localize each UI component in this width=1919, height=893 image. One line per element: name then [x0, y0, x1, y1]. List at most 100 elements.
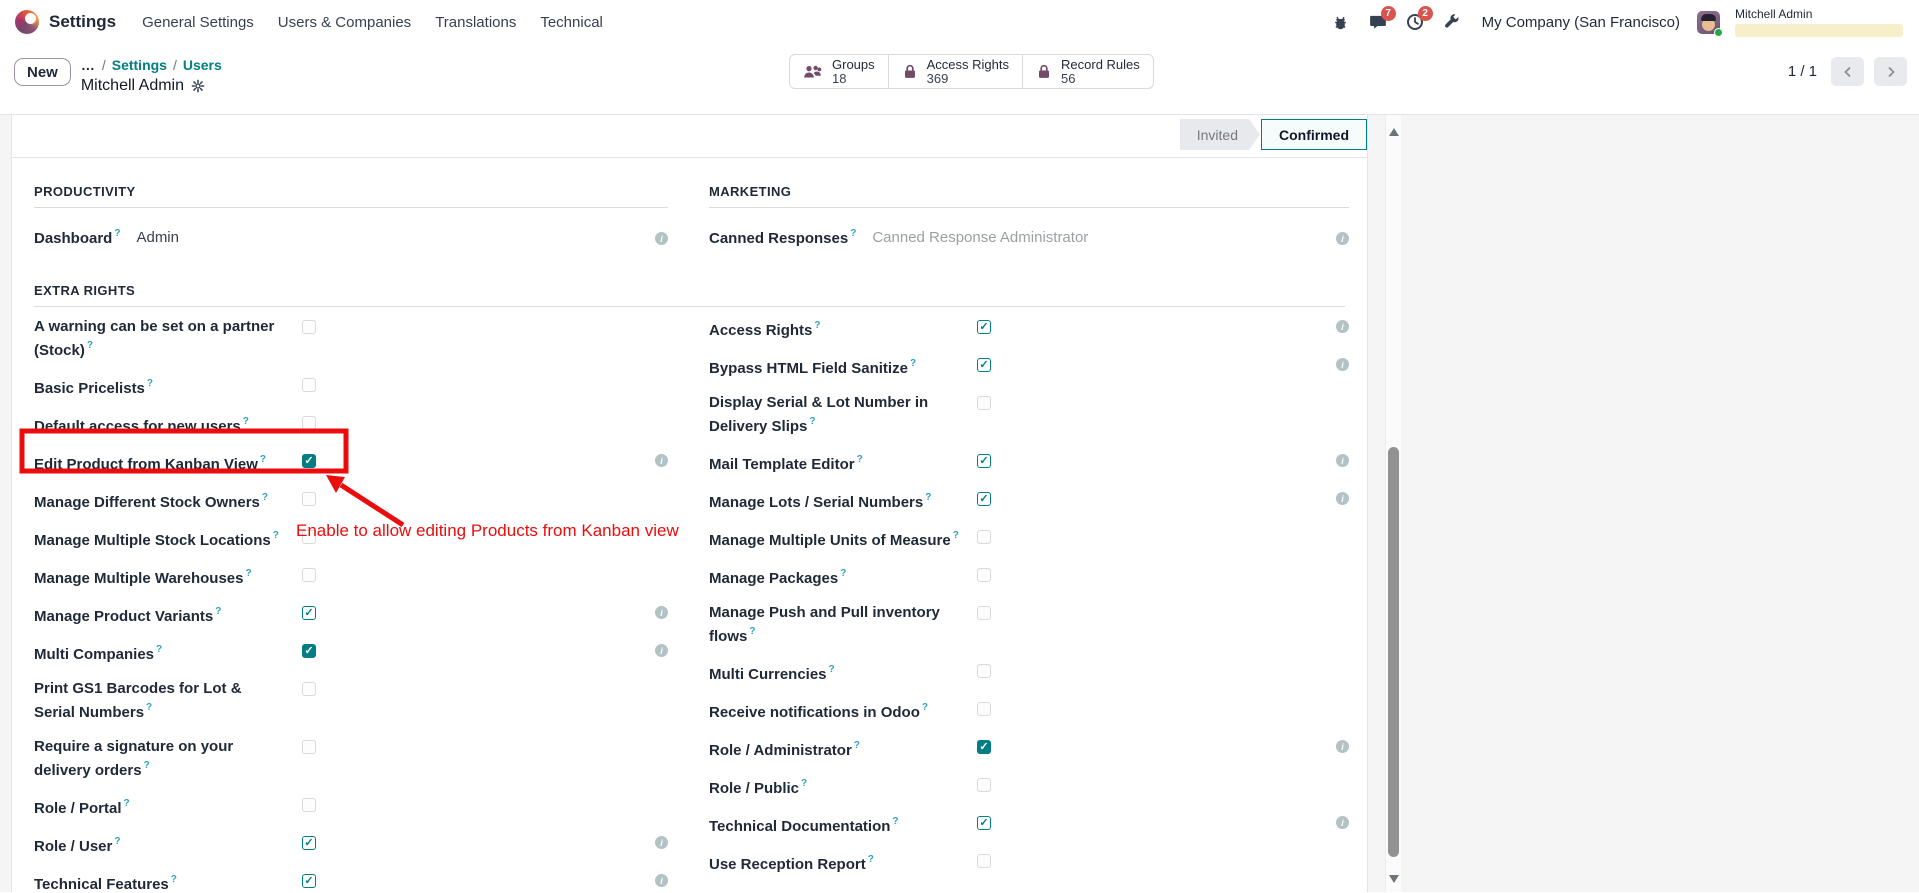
stat-button-groups[interactable]: Groups 18 — [790, 55, 889, 88]
help-question-mark: ? — [867, 854, 874, 865]
form-sheet: PRODUCTIVITY Dashboard? Admin i MARKETIN… — [12, 158, 1367, 893]
pager-next-button[interactable] — [1874, 57, 1907, 86]
checkbox-unchecked[interactable] — [302, 568, 316, 582]
checkbox-unchecked[interactable] — [977, 396, 991, 410]
checkbox-unchecked[interactable] — [977, 530, 991, 544]
checkbox-checked[interactable] — [977, 740, 991, 754]
pager-previous-button[interactable] — [1831, 57, 1864, 86]
vertical-scrollbar[interactable] — [1385, 115, 1401, 892]
new-button[interactable]: New — [14, 58, 71, 86]
breadcrumb: … / Settings / Users — [81, 56, 222, 74]
help-question-mark: ? — [828, 664, 835, 675]
field-value-dashboard[interactable]: Admin — [136, 229, 179, 246]
tools-wrench-icon[interactable] — [1437, 7, 1467, 37]
extra-rights-row: Print GS1 Barcodes for Lot & Serial Numb… — [34, 679, 668, 723]
info-icon: i — [655, 454, 668, 467]
checkbox-unchecked[interactable] — [302, 740, 316, 754]
checkbox-unchecked[interactable] — [977, 854, 991, 868]
breadcrumb-settings-link[interactable]: Settings — [112, 56, 167, 74]
checkbox-label: Technical Features — [34, 876, 169, 893]
breadcrumb-separator: / — [101, 57, 106, 73]
menu-translations[interactable]: Translations — [423, 8, 528, 37]
checkbox-checked[interactable] — [977, 816, 991, 830]
checkbox-unchecked[interactable] — [977, 664, 991, 678]
checkbox-unchecked[interactable] — [977, 606, 991, 620]
field-value-canned-responses[interactable]: Canned Response Administrator — [872, 229, 1088, 246]
checkbox-unchecked[interactable] — [977, 778, 991, 792]
checkbox-label: Multi Companies — [34, 646, 155, 663]
user-avatar[interactable] — [1697, 10, 1723, 37]
extra-rights-row: Basic Pricelists? i — [34, 375, 668, 399]
scrollbar-thumb[interactable] — [1388, 447, 1399, 857]
checkbox-label: Manage Multiple Units of Measure — [709, 532, 951, 549]
extra-rights-row: Technical Documentation? i — [709, 813, 1349, 837]
extra-rights-row: Multi Companies? i — [34, 641, 668, 665]
checkbox-checked[interactable] — [977, 492, 991, 506]
help-question-mark: ? — [272, 530, 279, 541]
checkbox-checked[interactable] — [302, 454, 316, 468]
help-question-mark: ? — [156, 644, 163, 655]
menu-users-companies[interactable]: Users & Companies — [266, 8, 423, 37]
user-menu[interactable]: Mitchell Admin — [1735, 7, 1903, 37]
checkbox-unchecked[interactable] — [302, 492, 316, 506]
stat-button-group: Groups 18 Access Rights 369 Record Rules… — [789, 54, 1154, 89]
stat-button-access-rights[interactable]: Access Rights 369 — [889, 55, 1024, 88]
pager-value: 1 / 1 — [1787, 63, 1817, 80]
checkbox-unchecked[interactable] — [977, 702, 991, 716]
stat-value: 18 — [832, 70, 847, 86]
company-switcher[interactable]: My Company (San Francisco) — [1482, 14, 1680, 31]
checkbox-unchecked[interactable] — [302, 378, 316, 392]
extra-rights-row: Bypass HTML Field Sanitize? i — [709, 355, 1349, 379]
info-icon: i — [655, 232, 668, 245]
extra-rights-row: Edit Product from Kanban View? i — [34, 451, 668, 475]
checkbox-checked[interactable] — [302, 836, 316, 850]
extra-rights-row: Manage Different Stock Owners? i — [34, 489, 668, 513]
lock-icon — [904, 64, 915, 78]
extra-rights-row: Require a signature on your delivery ord… — [34, 737, 668, 781]
extra-rights-row: Manage Multiple Stock Locations? i — [34, 527, 668, 551]
checkbox-label: Manage Product Variants — [34, 608, 214, 625]
checkbox-unchecked[interactable] — [977, 568, 991, 582]
breadcrumb-ellipsis[interactable]: … — [81, 56, 96, 74]
checkbox-checked[interactable] — [302, 644, 316, 658]
help-question-mark: ? — [921, 702, 928, 713]
scroll-down-arrow-icon[interactable] — [1389, 875, 1399, 883]
help-question-mark: ? — [114, 836, 121, 847]
checkbox-unchecked[interactable] — [302, 798, 316, 812]
breadcrumb-users-link[interactable]: Users — [183, 56, 222, 74]
extra-rights-row: Technical Features? i — [34, 871, 668, 893]
scroll-up-arrow-icon[interactable] — [1389, 128, 1399, 136]
stat-button-record-rules[interactable]: Record Rules 56 — [1023, 55, 1153, 88]
help-question-mark: ? — [114, 228, 121, 239]
checkbox-checked[interactable] — [977, 454, 991, 468]
checkbox-unchecked[interactable] — [302, 530, 316, 544]
extra-rights-left-column: A warning can be set on a partner (Stock… — [34, 317, 668, 893]
checkbox-checked[interactable] — [302, 606, 316, 620]
checkbox-label: Manage Lots / Serial Numbers — [709, 494, 924, 511]
checkbox-unchecked[interactable] — [302, 416, 316, 430]
chevron-right-icon — [1887, 66, 1895, 77]
help-question-mark: ? — [856, 454, 863, 465]
help-question-mark: ? — [146, 378, 154, 389]
checkbox-label: Manage Multiple Warehouses — [34, 570, 244, 587]
app-name[interactable]: Settings — [49, 12, 116, 32]
messages-icon[interactable]: 7 — [1363, 6, 1396, 37]
gear-icon[interactable] — [191, 79, 205, 93]
checkbox-checked[interactable] — [977, 358, 991, 372]
checkbox-label: Mail Template Editor — [709, 456, 855, 473]
checkbox-unchecked[interactable] — [302, 320, 316, 334]
activities-clock-icon[interactable]: 2 — [1400, 6, 1433, 37]
checkbox-checked[interactable] — [977, 320, 991, 334]
checkbox-unchecked[interactable] — [302, 682, 316, 696]
status-step-invited[interactable]: Invited — [1180, 119, 1260, 150]
extra-rights-row: Display Serial & Lot Number in Delivery … — [709, 393, 1349, 437]
checkbox-checked[interactable] — [302, 874, 316, 888]
menu-technical[interactable]: Technical — [528, 8, 615, 37]
help-question-mark: ? — [749, 626, 756, 637]
status-step-confirmed[interactable]: Confirmed — [1261, 119, 1367, 150]
extra-rights-row: Role / Portal? i — [34, 795, 668, 819]
debug-bug-icon[interactable] — [1326, 7, 1356, 37]
extra-rights-row: Manage Packages? i — [709, 565, 1349, 589]
section-title-productivity: PRODUCTIVITY — [34, 184, 668, 208]
menu-general-settings[interactable]: General Settings — [130, 8, 266, 37]
